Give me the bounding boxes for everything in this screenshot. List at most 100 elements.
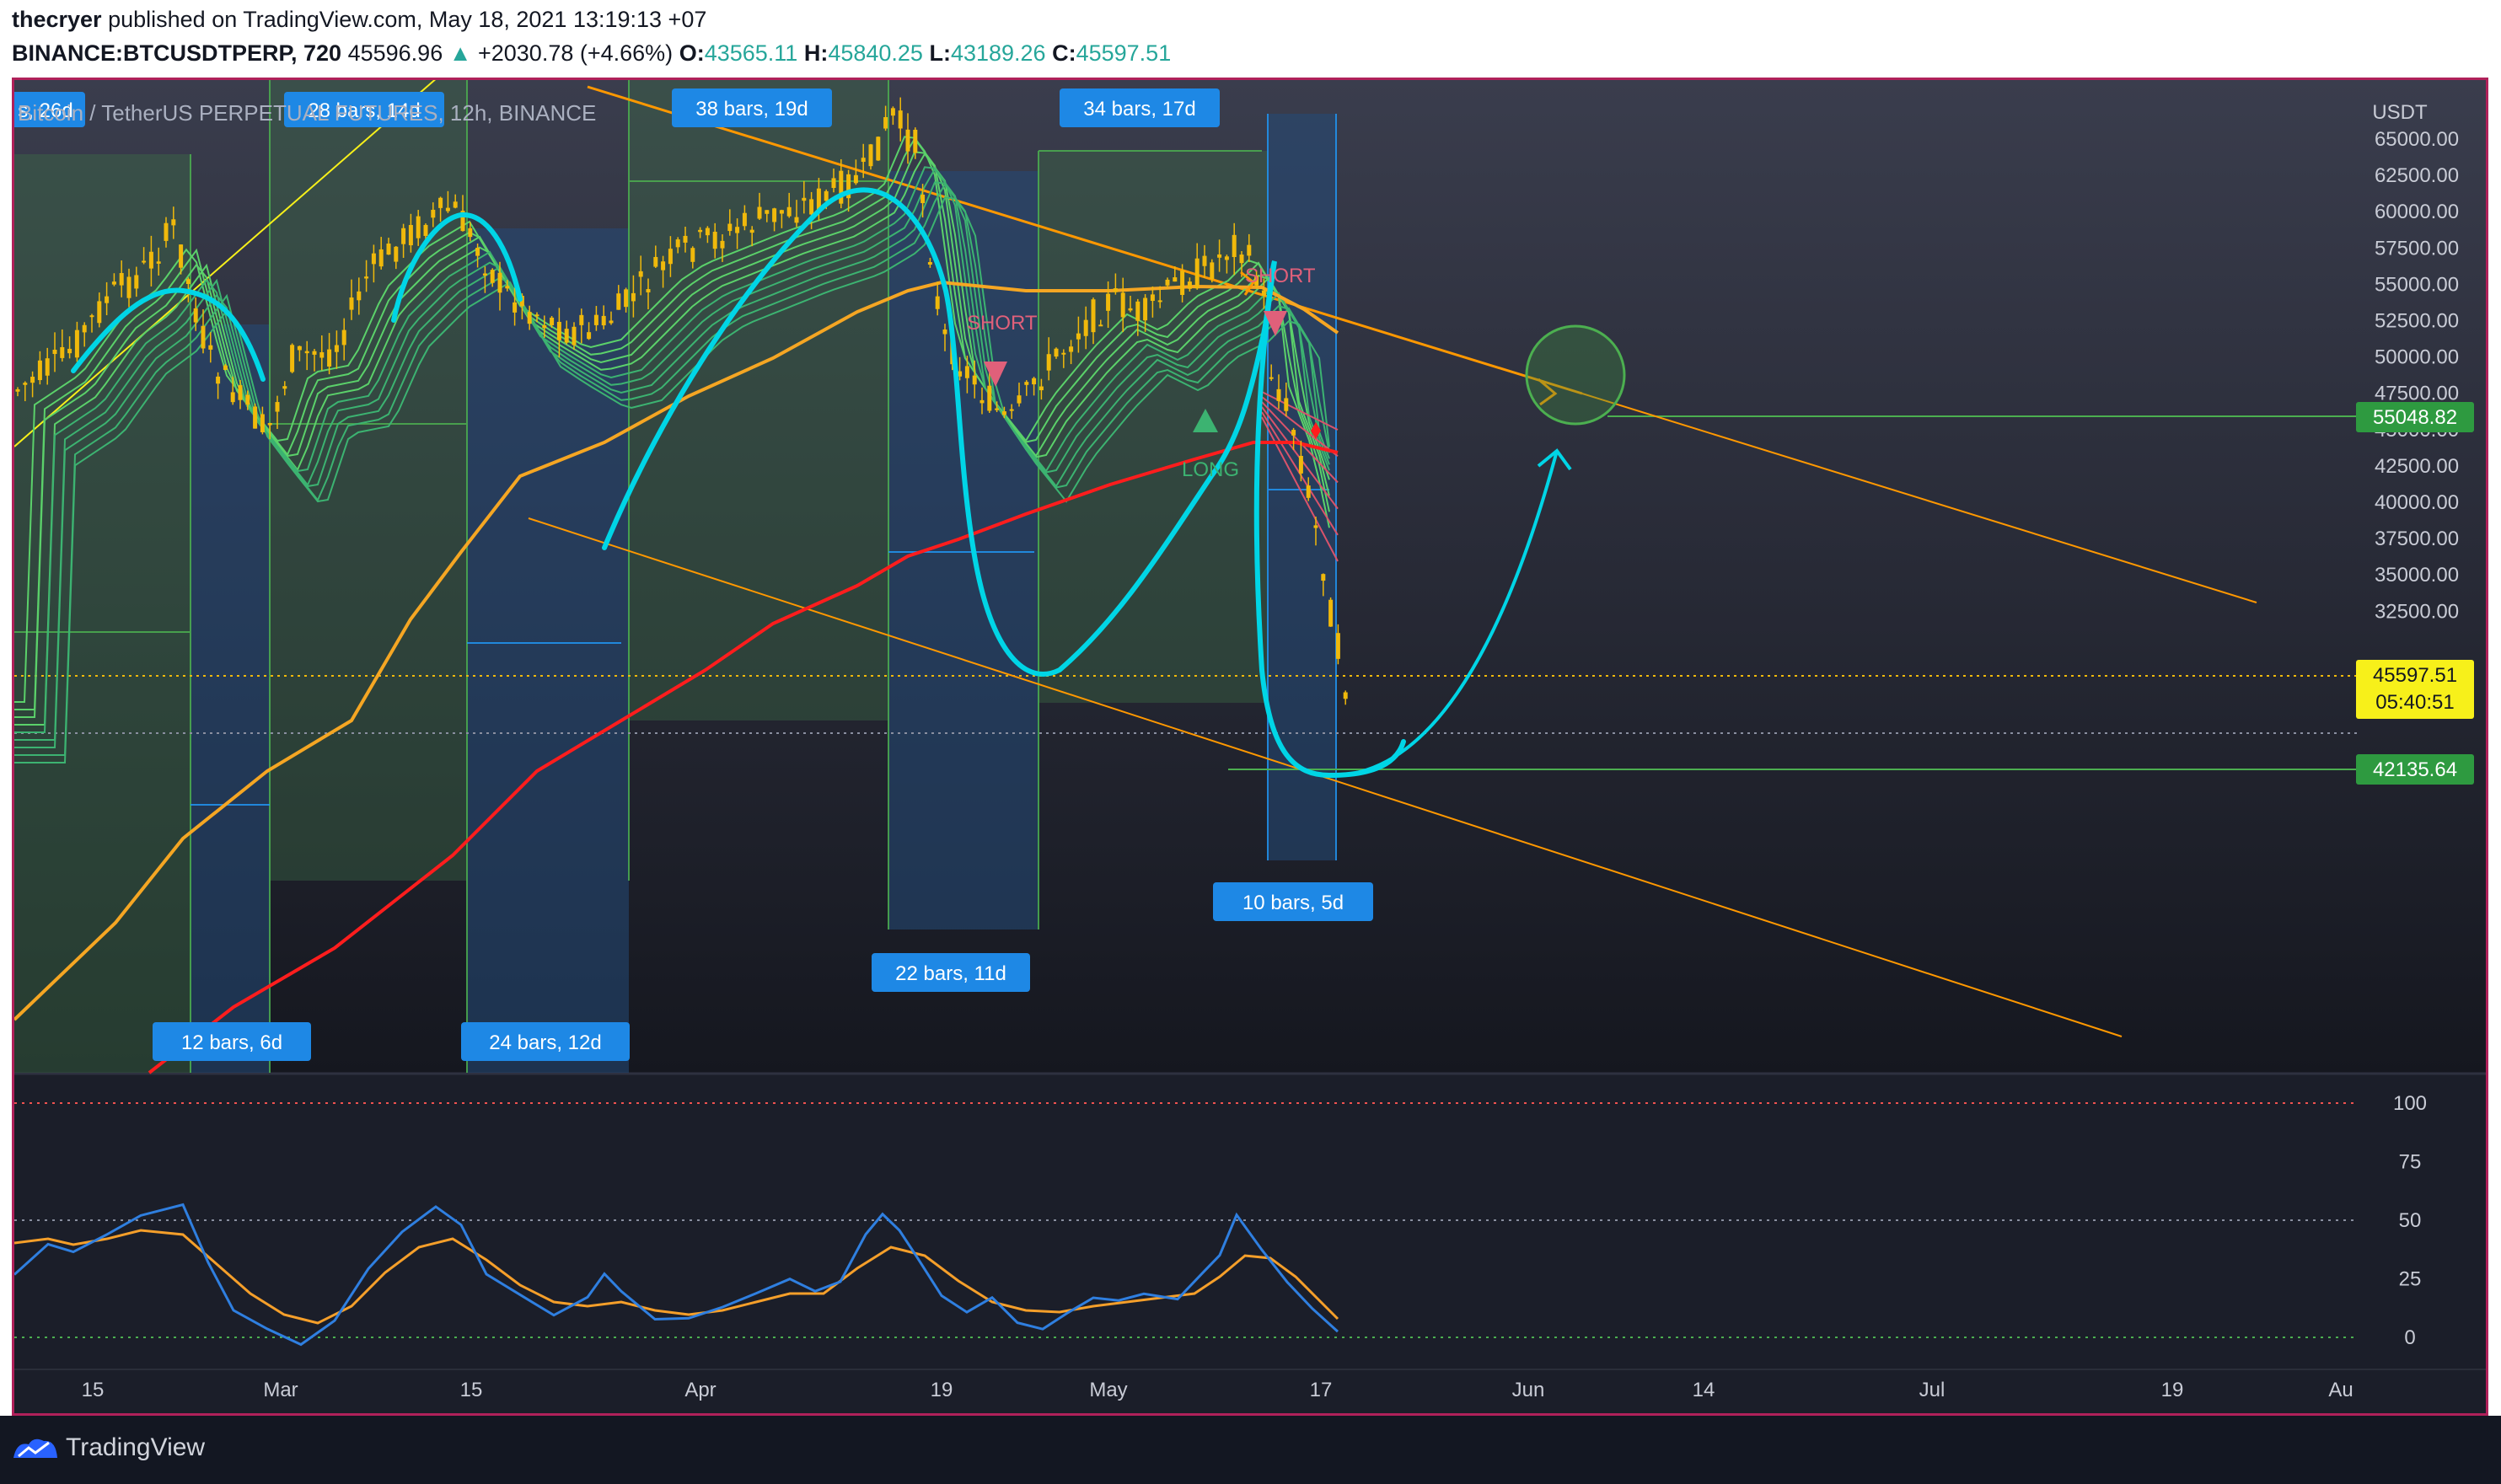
candle <box>653 256 658 267</box>
candle <box>1061 352 1066 355</box>
range-label: 34 bars, 17d <box>1083 98 1195 121</box>
candle <box>126 276 131 298</box>
time-tick: 14 <box>1693 1379 1715 1401</box>
time-tick: 15 <box>82 1379 105 1401</box>
price-tick: 52500.00 <box>2375 310 2459 333</box>
candle <box>60 346 65 358</box>
candle <box>1180 271 1185 295</box>
publisher-name[interactable]: thecryer <box>12 7 102 32</box>
last-price: 45596.96 <box>347 40 443 66</box>
candle <box>253 406 258 429</box>
candle <box>468 228 473 238</box>
tradingview-brand[interactable]: TradingView <box>12 1433 205 1463</box>
candle <box>593 314 598 325</box>
candle <box>74 329 79 358</box>
candle-countdown: 05:40:51 <box>2375 691 2454 714</box>
candle <box>1024 382 1029 385</box>
candle <box>749 229 754 233</box>
candle <box>979 399 985 404</box>
candle <box>364 276 369 279</box>
chart-title: Bitcoin / TetherUS PERPETUAL FUTURES, 12… <box>18 100 596 126</box>
candle <box>1039 386 1044 391</box>
candle <box>142 260 147 263</box>
candle <box>765 210 770 214</box>
low-label: L: <box>929 40 951 66</box>
candle <box>905 129 910 152</box>
range-box-blue <box>467 228 629 1073</box>
candle <box>67 348 72 354</box>
candle <box>616 293 621 310</box>
candle <box>208 345 213 350</box>
candle <box>1165 279 1170 286</box>
target-circle[interactable] <box>1525 324 1626 426</box>
candle <box>357 291 362 301</box>
candle <box>757 206 762 219</box>
range-label: 24 bars, 12d <box>489 1031 601 1054</box>
candle <box>720 240 725 249</box>
candle <box>1157 300 1162 303</box>
time-tick: 19 <box>931 1379 953 1401</box>
price-tick: 60000.00 <box>2375 201 2459 223</box>
candle <box>30 377 35 383</box>
candle <box>416 216 421 238</box>
candle <box>1069 346 1074 352</box>
oscillator-tick: 50 <box>2399 1209 2422 1232</box>
candle <box>1210 262 1215 280</box>
candle <box>698 229 703 233</box>
oscillator-tick: 75 <box>2399 1151 2422 1174</box>
candle <box>1321 574 1326 581</box>
candle <box>334 345 339 352</box>
current-price: 45597.51 <box>2373 664 2457 687</box>
brand-name: TradingView <box>66 1433 206 1461</box>
candle <box>638 271 643 277</box>
candle <box>779 210 784 214</box>
candle <box>1335 633 1340 659</box>
candle <box>37 360 42 381</box>
price-tick: 42500.00 <box>2375 455 2459 478</box>
chart-canvas[interactable]: SHORT SHORT LONG s, 26d 28 bars, 14d 38 … <box>14 80 2486 1413</box>
candle <box>861 158 866 163</box>
candle <box>727 223 733 232</box>
symbol-label[interactable]: BINANCE:BTCUSDTPERP, 720 <box>12 40 341 66</box>
range-box-green <box>270 80 467 881</box>
candle <box>1232 234 1237 258</box>
candle <box>831 178 836 189</box>
candle <box>913 129 918 153</box>
candle <box>786 206 792 217</box>
published-text: published on TradingView.com, May 18, 20… <box>108 7 707 32</box>
candle <box>601 315 606 326</box>
price-tick: 37500.00 <box>2375 528 2459 550</box>
signal-label: SHORT <box>967 312 1038 335</box>
candle <box>1032 378 1037 385</box>
support-price: 42135.64 <box>2373 758 2457 781</box>
candle <box>156 261 161 264</box>
chart-area[interactable]: SHORT SHORT LONG s, 26d 28 bars, 14d 38 … <box>12 78 2488 1416</box>
candle <box>794 217 799 223</box>
time-tick: 19 <box>2161 1379 2184 1401</box>
candle <box>223 365 228 370</box>
candle <box>201 325 206 349</box>
candle <box>148 251 153 269</box>
candle <box>609 320 614 324</box>
candle <box>445 207 450 212</box>
candle <box>475 248 480 256</box>
candle <box>290 345 295 372</box>
candle <box>1187 281 1192 289</box>
candle <box>1291 430 1296 436</box>
candle <box>513 302 518 313</box>
candle <box>386 244 391 255</box>
candle <box>111 281 116 285</box>
candle <box>705 228 710 236</box>
candle <box>327 349 332 367</box>
candle <box>868 144 873 167</box>
candle <box>394 246 399 262</box>
candle <box>853 174 858 184</box>
candle <box>45 358 50 376</box>
candle <box>534 314 539 317</box>
candle <box>683 235 688 243</box>
candle <box>690 248 695 262</box>
price-tick: 50000.00 <box>2375 346 2459 369</box>
price-tick: 40000.00 <box>2375 491 2459 514</box>
high-value: 45840.25 <box>828 40 923 66</box>
time-tick: Jul <box>1919 1379 1946 1401</box>
